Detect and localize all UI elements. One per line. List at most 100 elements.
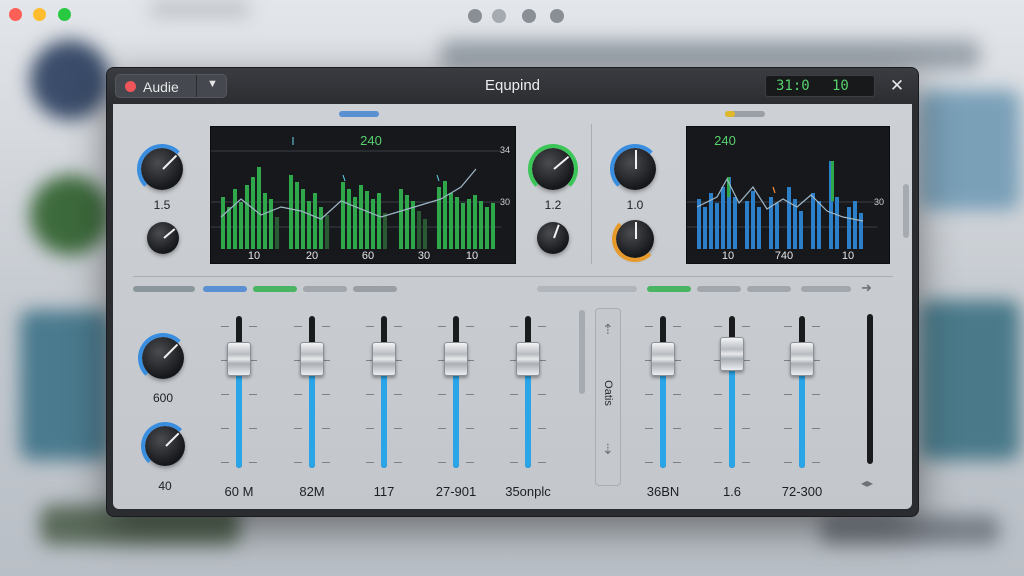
scrollbar[interactable] <box>903 184 909 238</box>
mix-knob[interactable] <box>537 222 569 254</box>
peak-label: 240 <box>360 133 382 148</box>
bg-text <box>150 2 250 16</box>
band-tab[interactable] <box>801 286 851 292</box>
fader-tick <box>294 428 302 429</box>
fader-level-fill <box>309 368 315 468</box>
gain-knob[interactable] <box>137 144 187 194</box>
close-icon[interactable]: ✕ <box>885 74 909 98</box>
fader-tick <box>294 394 302 395</box>
fader-tick <box>784 428 792 429</box>
fader-tick <box>742 394 750 395</box>
fader-tick <box>322 428 330 429</box>
fader-tick <box>466 394 474 395</box>
fader-handle[interactable] <box>444 341 468 376</box>
knob-pointer <box>635 150 637 169</box>
fader-handle[interactable] <box>227 341 251 376</box>
fader-handle[interactable] <box>720 337 744 371</box>
band-tab[interactable] <box>747 286 791 292</box>
fader-tick <box>673 326 681 327</box>
freq-knob[interactable] <box>610 144 660 194</box>
drive-knob[interactable] <box>612 216 658 262</box>
fader-tick <box>221 394 229 395</box>
y-tick: 34 <box>499 145 510 155</box>
fader-tick <box>784 326 792 327</box>
fader-handle[interactable] <box>516 341 540 376</box>
arrow-down-icon[interactable]: ⇣ <box>602 441 614 458</box>
fader-tick <box>249 462 257 463</box>
band-tab[interactable] <box>537 286 637 292</box>
fader-tick <box>510 462 518 463</box>
x-tick: 10 <box>247 250 261 262</box>
fader-tick <box>673 428 681 429</box>
band-tab[interactable] <box>647 286 691 292</box>
fader-level-fill <box>799 368 805 468</box>
fader-handle[interactable] <box>651 341 675 376</box>
fader-tick <box>249 394 257 395</box>
band-tab[interactable] <box>133 286 195 292</box>
fader-tick <box>784 394 792 395</box>
fader-level-fill <box>236 368 242 468</box>
fader-handle[interactable] <box>790 341 814 376</box>
zoom-window-button[interactable] <box>58 8 71 21</box>
x-tick: 30 <box>417 250 431 262</box>
bg-knob <box>30 175 110 255</box>
gain-knob-value: 1.5 <box>153 198 171 212</box>
fader-tick <box>645 394 653 395</box>
bg-toolbar <box>440 40 980 70</box>
fader-label: 72-300 <box>781 484 823 499</box>
equalizer-window: Audie ▼ Equpind 31:0 10 ✕ 1.5 240 34 30 … <box>106 67 919 517</box>
knob-ring <box>528 144 578 194</box>
trim-knob[interactable] <box>147 222 179 254</box>
band-tab[interactable] <box>253 286 297 292</box>
band-tab[interactable] <box>203 286 247 292</box>
output-knob[interactable] <box>138 333 188 383</box>
input-knob[interactable] <box>141 422 189 470</box>
fader-handle[interactable] <box>372 341 396 376</box>
fader-tick <box>742 326 750 327</box>
x-tick: 60 <box>361 250 375 262</box>
arrow-up-icon[interactable]: ⇡ <box>602 321 614 338</box>
bg-panel <box>820 515 1000 545</box>
peak-label: 240 <box>714 133 736 148</box>
q-knob[interactable] <box>528 144 578 194</box>
band-indicator-accent <box>725 111 735 117</box>
fader-label: 60 M <box>224 484 254 499</box>
minimize-window-button[interactable] <box>33 8 46 21</box>
input-knob-value: 40 <box>158 479 172 493</box>
fader-tick <box>812 462 820 463</box>
y-tick: 30 <box>873 197 884 207</box>
playback-icon[interactable]: ◂▸ <box>861 476 873 490</box>
fader-tick <box>394 326 402 327</box>
fader-tick <box>466 462 474 463</box>
band-tab[interactable] <box>697 286 741 292</box>
fader-tick <box>645 428 653 429</box>
fader-level-fill <box>453 368 459 468</box>
band-scroll-panel[interactable]: ⇡ Oatis ⇣ <box>595 308 621 486</box>
fader-tick <box>510 326 518 327</box>
plugin-body: 1.5 240 34 30 10 20 60 30 10 1.2 1.0 240… <box>113 104 912 509</box>
band-tab[interactable] <box>303 286 347 292</box>
fader-tick <box>438 326 446 327</box>
bg-knob <box>30 40 110 120</box>
close-window-button[interactable] <box>9 8 22 21</box>
fader-tick <box>812 326 820 327</box>
fader-tick <box>366 462 374 463</box>
band-tab[interactable] <box>353 286 397 292</box>
fader-tick <box>221 326 229 327</box>
y-tick: 30 <box>499 197 510 207</box>
output-knob-value: 600 <box>152 391 174 405</box>
fader-tick <box>322 462 330 463</box>
scrollbar[interactable] <box>579 310 585 394</box>
fader-tick <box>466 428 474 429</box>
x-tick: 740 <box>774 250 794 262</box>
arrow-right-icon[interactable]: ➜ <box>861 280 872 296</box>
knob-ring <box>141 422 189 470</box>
bg-panel <box>920 90 1020 210</box>
fader-level-fill <box>381 368 387 468</box>
fader-tick <box>394 462 402 463</box>
fader-tick <box>812 394 820 395</box>
fader-label: 35onplc <box>505 484 551 499</box>
spectrum-bars-blue <box>697 161 863 249</box>
fader-tick <box>366 394 374 395</box>
fader-handle[interactable] <box>300 341 324 376</box>
